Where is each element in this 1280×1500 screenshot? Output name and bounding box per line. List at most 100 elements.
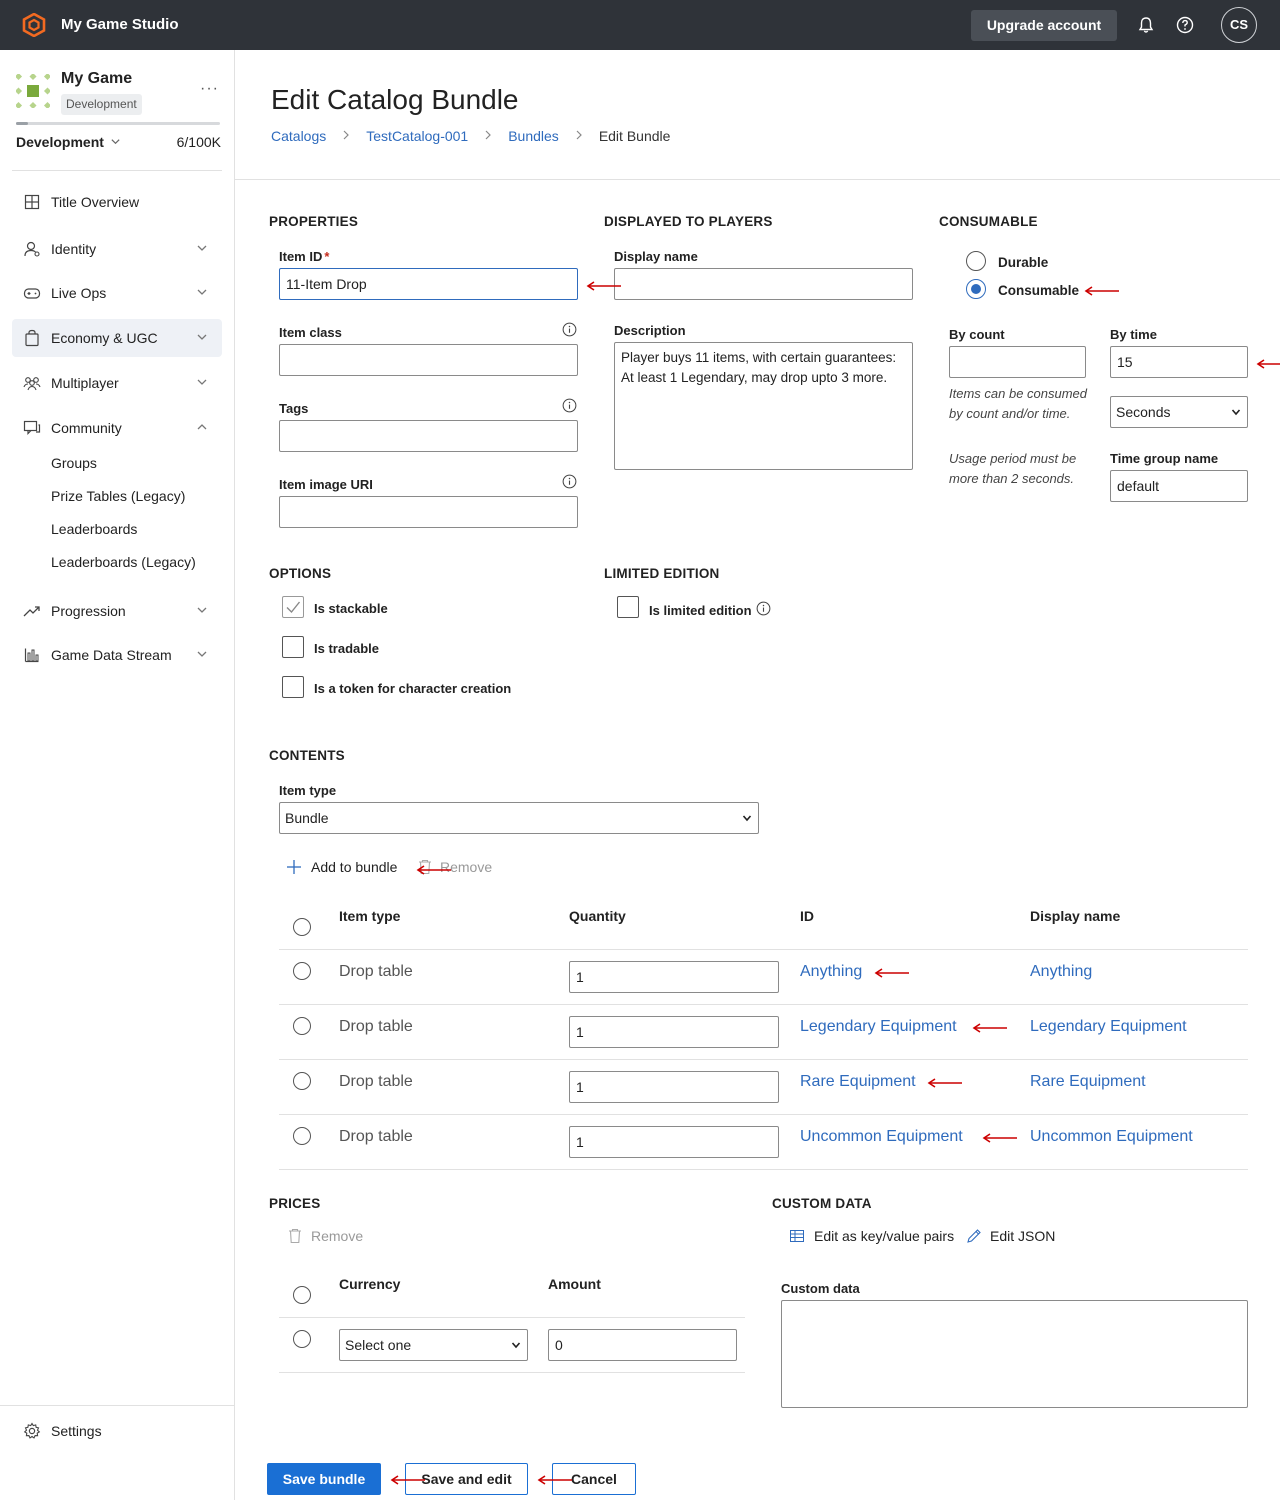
row-select-radio[interactable] bbox=[293, 1017, 311, 1035]
edit-key-value-button[interactable]: Edit as key/value pairs bbox=[790, 1228, 954, 1244]
usage-period-help-text: Usage period must be more than 2 seconds… bbox=[949, 451, 1077, 486]
column-header-display-name: Display name bbox=[1030, 908, 1121, 924]
info-icon[interactable] bbox=[562, 322, 577, 337]
sidebar-subitem-groups[interactable]: Groups bbox=[51, 455, 97, 471]
item-class-input[interactable] bbox=[279, 344, 578, 376]
time-group-name-input[interactable]: default bbox=[1110, 470, 1248, 502]
sidebar-item-identity[interactable]: Identity bbox=[12, 230, 222, 268]
by-count-input[interactable] bbox=[949, 346, 1086, 378]
annotation-arrow-icon bbox=[1256, 359, 1280, 369]
info-icon[interactable] bbox=[562, 474, 577, 489]
sidebar-item-game-data-stream[interactable]: Game Data Stream bbox=[12, 636, 222, 674]
is-token-label[interactable]: Is a token for character creation bbox=[314, 681, 511, 696]
is-limited-edition-checkbox[interactable] bbox=[617, 596, 639, 618]
by-time-label: By time bbox=[1110, 327, 1157, 342]
time-unit-select[interactable]: Seconds bbox=[1110, 396, 1248, 428]
column-header-quantity: Quantity bbox=[569, 908, 626, 924]
breadcrumb-bundles[interactable]: Bundles bbox=[508, 128, 559, 144]
bell-icon[interactable] bbox=[1136, 15, 1156, 35]
sidebar-item-community[interactable]: Community bbox=[12, 409, 222, 447]
row-id-link[interactable]: Anything bbox=[800, 963, 862, 981]
custom-data-textarea[interactable] bbox=[781, 1300, 1248, 1408]
sidebar-item-label: Economy & UGC bbox=[51, 330, 158, 346]
breadcrumb-catalog[interactable]: TestCatalog-001 bbox=[366, 128, 468, 144]
person-icon bbox=[22, 239, 42, 259]
info-icon[interactable] bbox=[756, 601, 771, 616]
is-stackable-label[interactable]: Is stackable bbox=[314, 601, 388, 616]
column-header-amount: Amount bbox=[548, 1276, 601, 1292]
row-id-link[interactable]: Uncommon Equipment bbox=[800, 1128, 963, 1146]
currency-select[interactable]: Select one bbox=[339, 1329, 528, 1361]
description-textarea[interactable]: Player buys 11 items, with certain guara… bbox=[614, 342, 913, 470]
environment-selector[interactable]: Development bbox=[16, 134, 121, 150]
help-icon[interactable] bbox=[1175, 15, 1195, 35]
table-divider bbox=[279, 1114, 1248, 1115]
user-avatar[interactable]: CS bbox=[1221, 7, 1257, 43]
studio-name[interactable]: My Game Studio bbox=[61, 16, 179, 33]
by-time-input[interactable]: 15 bbox=[1110, 346, 1248, 378]
amount-input[interactable]: 0 bbox=[548, 1329, 737, 1361]
sidebar-subitem-leaderboards-legacy[interactable]: Leaderboards (Legacy) bbox=[51, 554, 196, 570]
playfab-logo-icon[interactable] bbox=[22, 13, 46, 37]
is-tradable-label[interactable]: Is tradable bbox=[314, 641, 379, 656]
is-limited-edition-label[interactable]: Is limited edition bbox=[649, 603, 752, 618]
durable-label[interactable]: Durable bbox=[998, 255, 1048, 270]
row-id-link[interactable]: Legendary Equipment bbox=[800, 1018, 957, 1036]
row-display-name-link[interactable]: Uncommon Equipment bbox=[1030, 1128, 1193, 1146]
remove-price-button[interactable]: Remove bbox=[288, 1228, 363, 1244]
row-quantity-input[interactable]: 1 bbox=[569, 1016, 779, 1048]
row-quantity-input[interactable]: 1 bbox=[569, 1071, 779, 1103]
sidebar-item-settings[interactable]: Settings bbox=[12, 1412, 222, 1450]
is-stackable-checkbox[interactable] bbox=[282, 596, 304, 618]
save-bundle-button[interactable]: Save bundle bbox=[267, 1463, 381, 1495]
row-display-name-link[interactable]: Legendary Equipment bbox=[1030, 1018, 1187, 1036]
add-to-bundle-button[interactable]: Add to bundle bbox=[286, 859, 397, 875]
by-count-label: By count bbox=[949, 327, 1005, 342]
row-select-radio[interactable] bbox=[293, 1330, 311, 1348]
durable-radio[interactable] bbox=[966, 251, 986, 271]
row-id-link[interactable]: Rare Equipment bbox=[800, 1073, 916, 1091]
row-item-type: Drop table bbox=[339, 1018, 413, 1035]
row-display-name-link[interactable]: Rare Equipment bbox=[1030, 1073, 1146, 1091]
annotation-arrow-icon bbox=[972, 1023, 1007, 1033]
upgrade-account-button[interactable]: Upgrade account bbox=[971, 10, 1117, 41]
consumable-label[interactable]: Consumable bbox=[998, 283, 1079, 298]
sidebar-item-live-ops[interactable]: Live Ops bbox=[12, 274, 222, 312]
select-all-radio[interactable] bbox=[293, 918, 311, 936]
is-tradable-checkbox[interactable] bbox=[282, 636, 304, 658]
row-select-radio[interactable] bbox=[293, 1072, 311, 1090]
game-name[interactable]: My Game bbox=[61, 70, 132, 88]
select-all-prices-radio[interactable] bbox=[293, 1286, 311, 1304]
description-label: Description bbox=[614, 323, 686, 338]
display-name-input[interactable] bbox=[614, 268, 913, 300]
sidebar-item-title-overview[interactable]: Title Overview bbox=[12, 183, 222, 221]
checkmark-icon bbox=[286, 601, 301, 614]
sidebar-item-label: Multiplayer bbox=[51, 375, 119, 391]
item-type-select[interactable]: Bundle bbox=[279, 802, 759, 834]
tags-input[interactable] bbox=[279, 420, 578, 452]
usage-progress-fill bbox=[16, 122, 29, 125]
row-select-radio[interactable] bbox=[293, 962, 311, 980]
row-display-name-link[interactable]: Anything bbox=[1030, 963, 1092, 981]
trending-up-icon bbox=[22, 601, 42, 621]
sidebar-subitem-leaderboards[interactable]: Leaderboards bbox=[51, 521, 137, 537]
row-select-radio[interactable] bbox=[293, 1127, 311, 1145]
item-id-input[interactable]: 11-Item Drop bbox=[279, 268, 578, 300]
more-options-icon[interactable]: ··· bbox=[200, 80, 219, 98]
sidebar-item-economy-ugc[interactable]: Economy & UGC bbox=[12, 319, 222, 357]
sidebar-item-progression[interactable]: Progression bbox=[12, 592, 222, 630]
info-icon[interactable] bbox=[562, 398, 577, 413]
breadcrumb-catalogs[interactable]: Catalogs bbox=[271, 128, 326, 144]
chevron-up-icon bbox=[197, 424, 207, 430]
row-quantity-input[interactable]: 1 bbox=[569, 961, 779, 993]
sidebar-subitem-prize-tables-legacy[interactable]: Prize Tables (Legacy) bbox=[51, 488, 185, 504]
item-image-uri-input[interactable] bbox=[279, 496, 578, 528]
breadcrumb-current: Edit Bundle bbox=[598, 128, 671, 144]
edit-json-button[interactable]: Edit JSON bbox=[966, 1228, 1055, 1244]
breadcrumb: Catalogs TestCatalog-001 Bundles Edit Bu… bbox=[271, 128, 670, 144]
row-quantity-input[interactable]: 1 bbox=[569, 1126, 779, 1158]
sidebar-item-multiplayer[interactable]: Multiplayer bbox=[12, 364, 222, 402]
is-token-checkbox[interactable] bbox=[282, 676, 304, 698]
pencil-icon bbox=[967, 1229, 981, 1243]
consumable-radio[interactable] bbox=[966, 279, 986, 299]
